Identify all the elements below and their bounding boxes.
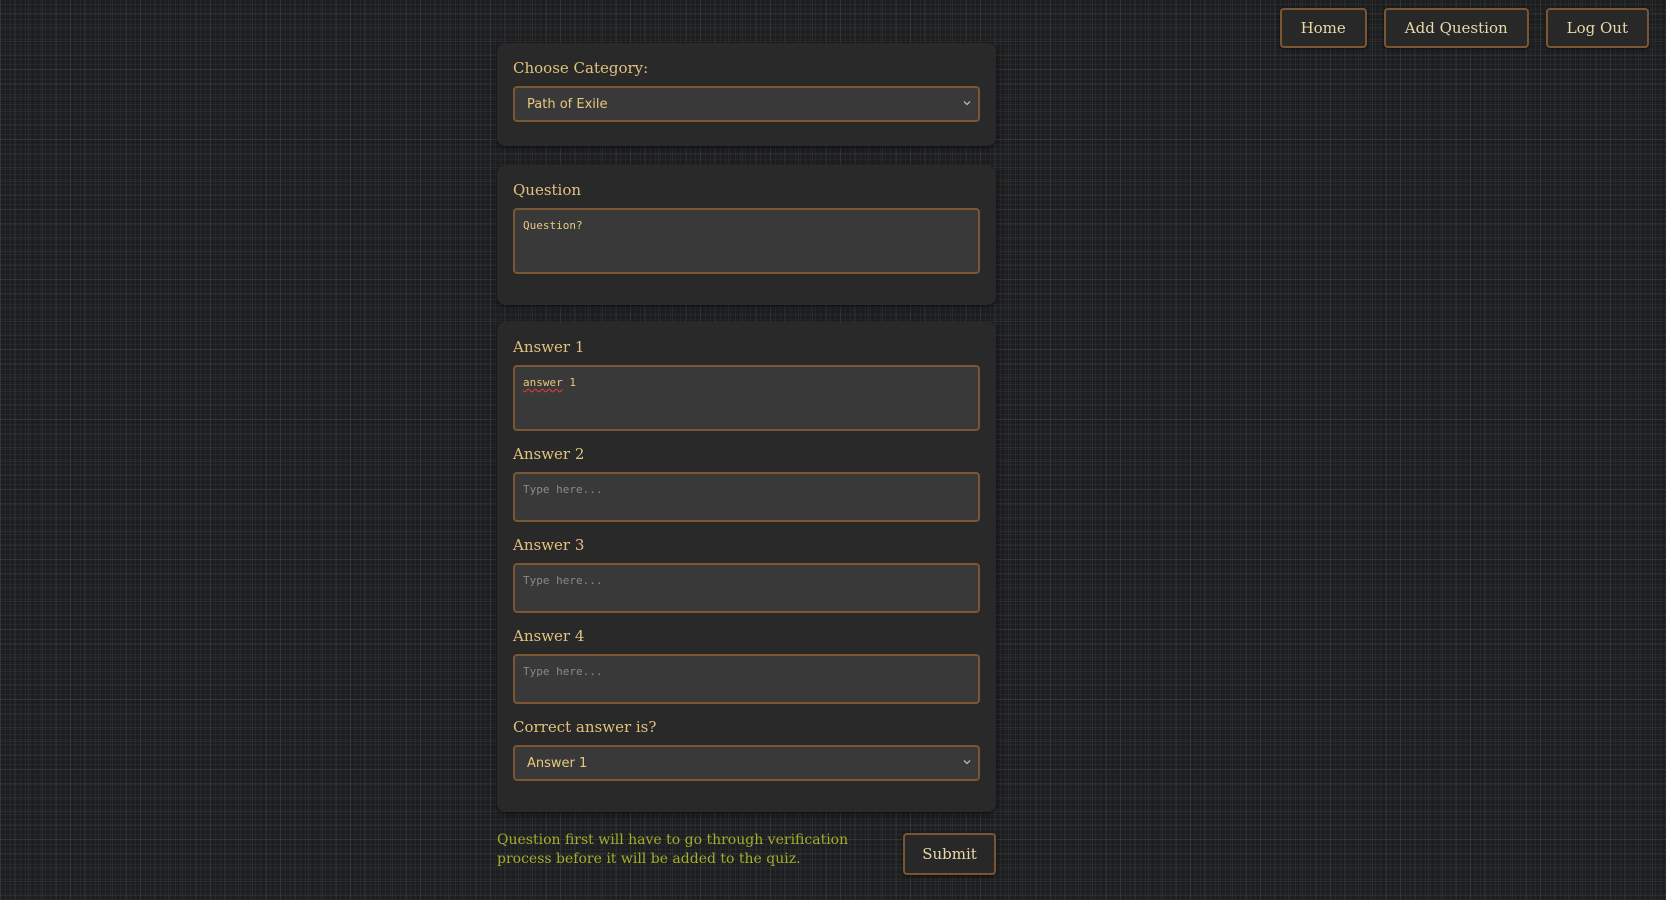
answer-2-input[interactable]: Type here... <box>513 472 980 522</box>
log-out-button[interactable]: Log Out <box>1545 8 1649 48</box>
answer-4-input[interactable]: Type here... <box>513 654 980 704</box>
correct-answer-selected-value: Answer 1 <box>527 755 588 771</box>
category-select[interactable]: Path of Exile <box>513 86 980 122</box>
correct-answer-select[interactable]: Answer 1 <box>513 745 980 781</box>
answer-4-placeholder: Type here... <box>523 665 603 678</box>
question-card: Question Question? <box>497 165 996 305</box>
answer-2-block: Answer 2 Type here... <box>513 444 980 522</box>
category-selected-value: Path of Exile <box>527 96 608 112</box>
top-navigation: Home Add Question Log Out <box>1279 8 1649 48</box>
answer-4-block: Answer 4 Type here... <box>513 626 980 704</box>
answer-4-label: Answer 4 <box>513 627 585 645</box>
answer-3-input[interactable]: Type here... <box>513 563 980 613</box>
question-input[interactable]: Question? <box>513 208 980 274</box>
add-question-button[interactable]: Add Question <box>1383 8 1529 48</box>
submit-button[interactable]: Submit <box>903 833 996 875</box>
answer-3-placeholder: Type here... <box>523 574 603 587</box>
home-button[interactable]: Home <box>1279 8 1367 48</box>
answer-2-label: Answer 2 <box>513 445 585 463</box>
chevron-down-icon <box>963 760 971 765</box>
answer-1-value-rest: 1 <box>562 376 576 389</box>
category-card: Choose Category: Path of Exile <box>497 43 996 146</box>
answer-3-label: Answer 3 <box>513 536 585 554</box>
correct-answer-block: Correct answer is? Answer 1 <box>513 717 980 781</box>
answer-1-block: Answer 1 answer 1 <box>513 337 980 431</box>
category-label: Choose Category: <box>513 59 649 77</box>
verification-note: Question first will have to go through v… <box>497 832 849 867</box>
question-label: Question <box>513 181 582 199</box>
answer-1-input[interactable]: answer 1 <box>513 365 980 431</box>
answer-1-misspelled-word: answer <box>523 376 563 389</box>
chevron-down-icon <box>963 101 971 106</box>
answer-1-label: Answer 1 <box>513 338 585 356</box>
answers-card: Answer 1 answer 1 Answer 2 Type here... … <box>497 322 996 812</box>
answer-3-block: Answer 3 Type here... <box>513 535 980 613</box>
question-input-value: Question? <box>523 219 583 232</box>
answer-2-placeholder: Type here... <box>523 483 603 496</box>
correct-answer-label: Correct answer is? <box>513 718 657 736</box>
